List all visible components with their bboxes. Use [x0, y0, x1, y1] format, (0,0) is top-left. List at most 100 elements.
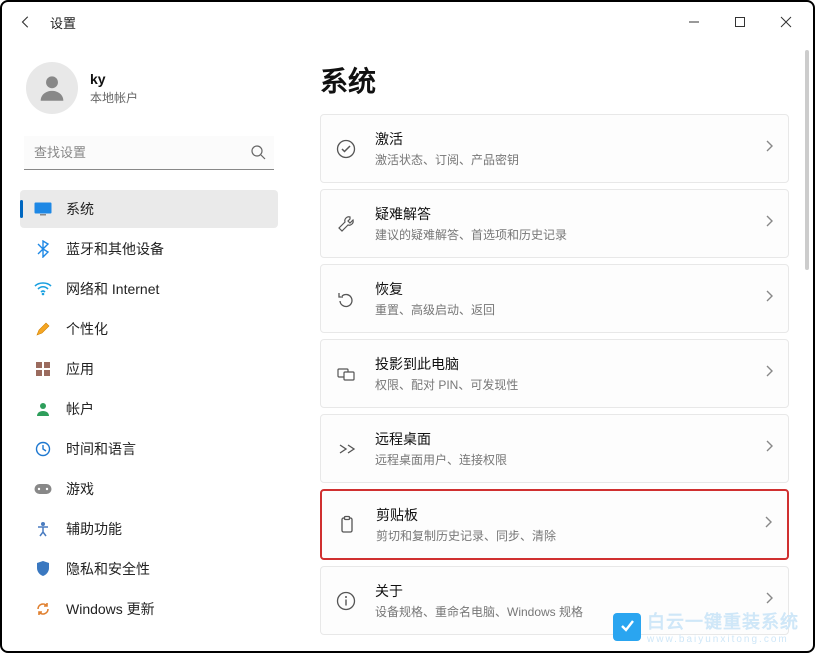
card-body: 关于 设备规格、重命名电脑、Windows 规格 — [375, 581, 746, 620]
sidebar-item-accounts[interactable]: 帐户 — [20, 390, 278, 428]
card-activation[interactable]: 激活 激活状态、订阅、产品密钥 — [320, 114, 789, 183]
card-clipboard[interactable]: 剪贴板 剪切和复制历史记录、同步、清除 — [320, 489, 789, 560]
search-input[interactable] — [24, 136, 274, 170]
sidebar-item-network[interactable]: 网络和 Internet — [20, 270, 278, 308]
sidebar-item-label: 网络和 Internet — [66, 279, 159, 299]
card-body: 剪贴板 剪切和复制历史记录、同步、清除 — [376, 505, 745, 544]
chevron-right-icon — [764, 214, 774, 233]
minimize-icon — [688, 16, 700, 28]
card-subtitle: 剪切和复制历史记录、同步、清除 — [376, 527, 745, 544]
card-about[interactable]: 关于 设备规格、重命名电脑、Windows 规格 — [320, 566, 789, 635]
card-subtitle: 建议的疑难解答、首选项和历史记录 — [375, 226, 746, 243]
sidebar-item-label: 个性化 — [66, 319, 108, 339]
sidebar-item-label: 时间和语言 — [66, 439, 136, 459]
maximize-icon — [734, 16, 746, 28]
window-controls — [671, 2, 809, 42]
sidebar-item-time[interactable]: 时间和语言 — [20, 430, 278, 468]
card-remote[interactable]: 远程桌面 远程桌面用户、连接权限 — [320, 414, 789, 483]
card-title: 剪贴板 — [376, 505, 745, 525]
profile-name: ky — [90, 71, 138, 87]
sidebar-item-system[interactable]: 系统 — [20, 190, 278, 228]
card-title: 远程桌面 — [375, 429, 746, 449]
card-body: 远程桌面 远程桌面用户、连接权限 — [375, 429, 746, 468]
app-title: 设置 — [46, 13, 76, 32]
card-troubleshoot[interactable]: 疑难解答 建议的疑难解答、首选项和历史记录 — [320, 189, 789, 258]
chevron-right-icon — [764, 289, 774, 308]
sidebar-item-label: 蓝牙和其他设备 — [66, 239, 164, 259]
card-recovery[interactable]: 恢复 重置、高级启动、返回 — [320, 264, 789, 333]
card-body: 恢复 重置、高级启动、返回 — [375, 279, 746, 318]
sidebar-item-accessibility[interactable]: 辅助功能 — [20, 510, 278, 548]
person-icon — [35, 71, 69, 105]
apps-icon — [34, 360, 52, 378]
card-title: 疑难解答 — [375, 204, 746, 224]
card-project[interactable]: 投影到此电脑 权限、配对 PIN、可发现性 — [320, 339, 789, 408]
sidebar-item-update[interactable]: Windows 更新 — [20, 590, 278, 628]
card-subtitle: 设备规格、重命名电脑、Windows 规格 — [375, 603, 746, 620]
maximize-button[interactable] — [717, 2, 763, 42]
update-icon — [34, 600, 52, 618]
card-title: 关于 — [375, 581, 746, 601]
card-body: 激活 激活状态、订阅、产品密钥 — [375, 129, 746, 168]
card-title: 投影到此电脑 — [375, 354, 746, 374]
title-bar: 设置 — [2, 2, 813, 42]
sidebar-item-personalization[interactable]: 个性化 — [20, 310, 278, 348]
sidebar-item-label: 隐私和安全性 — [66, 559, 150, 579]
profile-subtitle: 本地帐户 — [90, 89, 138, 106]
project-icon — [335, 363, 357, 385]
arrow-left-icon — [19, 15, 33, 29]
card-subtitle: 权限、配对 PIN、可发现性 — [375, 376, 746, 393]
card-body: 投影到此电脑 权限、配对 PIN、可发现性 — [375, 354, 746, 393]
gamepad-icon — [34, 480, 52, 498]
chevron-right-icon — [764, 139, 774, 158]
sidebar-item-privacy[interactable]: 隐私和安全性 — [20, 550, 278, 588]
card-title: 激活 — [375, 129, 746, 149]
sidebar: ky 本地帐户 系统 蓝牙和其他设备 网络和 Internet — [2, 42, 292, 651]
person-small-icon — [34, 400, 52, 418]
wrench-icon — [335, 213, 357, 235]
globe-clock-icon — [34, 440, 52, 458]
chevron-right-icon — [764, 364, 774, 383]
scrollbar[interactable] — [805, 50, 809, 270]
card-subtitle: 远程桌面用户、连接权限 — [375, 451, 746, 468]
sidebar-item-label: 帐户 — [66, 399, 94, 419]
sidebar-item-label: 应用 — [66, 359, 94, 379]
chevron-right-icon — [764, 439, 774, 458]
card-subtitle: 重置、高级启动、返回 — [375, 301, 746, 318]
check-circle-icon — [335, 138, 357, 160]
sidebar-item-label: 辅助功能 — [66, 519, 122, 539]
sidebar-item-label: 系统 — [66, 199, 94, 219]
profile-block[interactable]: ky 本地帐户 — [18, 42, 280, 130]
card-list: 激活 激活状态、订阅、产品密钥 疑难解答 建议的疑难解答、首选项和历史记录 恢复… — [320, 114, 789, 635]
card-subtitle: 激活状态、订阅、产品密钥 — [375, 151, 746, 168]
sidebar-item-bluetooth[interactable]: 蓝牙和其他设备 — [20, 230, 278, 268]
avatar — [26, 62, 78, 114]
wifi-icon — [34, 280, 52, 298]
info-icon — [335, 590, 357, 612]
clipboard-icon — [336, 514, 358, 536]
profile-text: ky 本地帐户 — [90, 71, 138, 106]
main-content: 系统 激活 激活状态、订阅、产品密钥 疑难解答 建议的疑难解答、首选项和历史记录 — [292, 42, 813, 651]
shield-icon — [34, 560, 52, 578]
search-wrap — [24, 136, 274, 170]
nav-list: 系统 蓝牙和其他设备 网络和 Internet 个性化 应用 帐户 — [18, 184, 280, 634]
card-title: 恢复 — [375, 279, 746, 299]
remote-icon — [335, 438, 357, 460]
back-button[interactable] — [6, 2, 46, 42]
sidebar-item-label: 游戏 — [66, 479, 94, 499]
sidebar-item-apps[interactable]: 应用 — [20, 350, 278, 388]
search-icon — [250, 144, 266, 165]
close-button[interactable] — [763, 2, 809, 42]
recovery-icon — [335, 288, 357, 310]
bluetooth-icon — [34, 240, 52, 258]
sidebar-item-gaming[interactable]: 游戏 — [20, 470, 278, 508]
sidebar-item-label: Windows 更新 — [66, 599, 155, 619]
card-body: 疑难解答 建议的疑难解答、首选项和历史记录 — [375, 204, 746, 243]
close-icon — [780, 16, 792, 28]
page-title: 系统 — [320, 60, 789, 100]
accessibility-icon — [34, 520, 52, 538]
chevron-right-icon — [764, 591, 774, 610]
paintbrush-icon — [34, 320, 52, 338]
minimize-button[interactable] — [671, 2, 717, 42]
display-icon — [34, 200, 52, 218]
